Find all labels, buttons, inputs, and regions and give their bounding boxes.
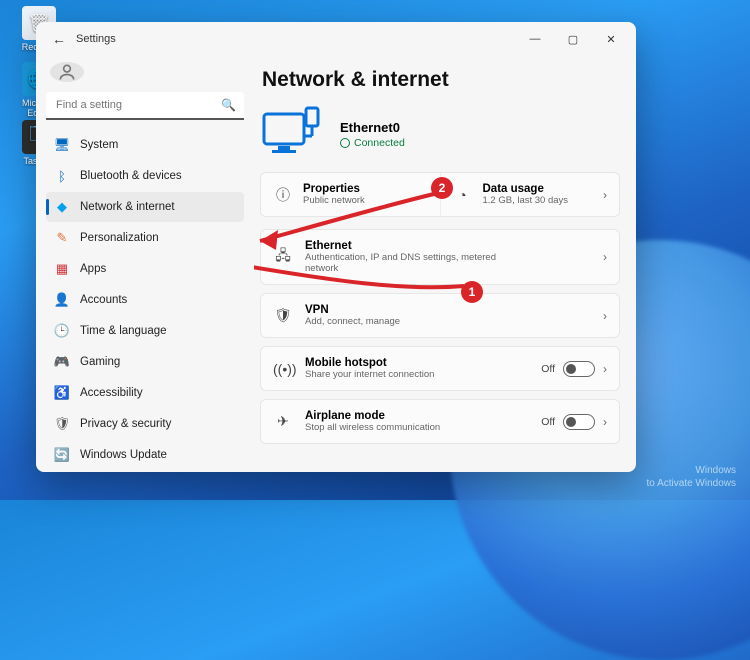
summary-cards: ⓘ Properties Public network ◔ Data usage… [260,172,620,217]
connection-summary: Ethernet0 Connected [260,106,620,162]
back-button[interactable]: ← [48,31,70,47]
nav-icon: 👤 [54,292,70,308]
nav-label: Apps [80,263,106,275]
row-subtitle: Authentication, IP and DNS settings, met… [305,252,515,274]
app-title: Settings [76,33,116,45]
person-icon [57,62,77,82]
nav-icon: ᛒ [54,168,70,184]
properties-title: Properties [303,183,365,195]
row-title: Mobile hotspot [305,357,434,369]
nav-label: Gaming [80,356,120,368]
main-panel: Network & internet Ethernet0 Connected ⓘ… [254,56,636,472]
connection-status: Connected [340,137,405,149]
titlebar: ← Settings — ▢ ✕ [36,22,636,56]
sidebar-item-bluetooth-devices[interactable]: ᛒ Bluetooth & devices [46,161,244,191]
nav-label: Time & language [80,325,167,337]
nav-icon: 🔄 [54,447,70,463]
sidebar-item-time-language[interactable]: 🕒 Time & language [46,316,244,346]
row-icon: 🛡 [273,307,293,324]
nav-label: Bluetooth & devices [80,170,182,182]
setting-row-airplane-mode[interactable]: ✈ Airplane modeStop all wireless communic… [260,399,620,444]
data-usage-title: Data usage [483,183,569,195]
sidebar: 🔍 🖥 System ᛒ Bluetooth & devices ◆ Network & … [36,56,254,472]
row-subtitle: Stop all wireless communication [305,422,440,433]
row-subtitle: Add, connect, manage [305,316,400,327]
nav-label: Accessibility [80,387,143,399]
user-avatar[interactable] [50,62,84,82]
nav-label: Network & internet [80,201,175,213]
row-icon: 🖧 [273,245,293,269]
row-icon: ((•)) [273,361,293,377]
chevron-right-icon: › [603,188,607,202]
sidebar-item-apps[interactable]: ▦ Apps [46,254,244,284]
nav-label: Windows Update [80,449,167,461]
ethernet-monitor-icon [260,106,324,162]
row-title: Ethernet [305,240,515,252]
nav-icon: ✎ [54,230,70,246]
nav-label: Accounts [80,294,127,306]
settings-window: ← Settings — ▢ ✕ 🔍 🖥 System ᛒ Bluetooth & d… [36,22,636,472]
chevron-right-icon: › [603,309,607,323]
chevron-right-icon: › [603,250,607,264]
chevron-right-icon: › [603,415,607,429]
nav-label: Personalization [80,232,159,244]
search-icon: 🔍 [221,98,236,112]
connection-name: Ethernet0 [340,120,405,135]
sidebar-item-privacy-security[interactable]: 🛡 Privacy & security [46,409,244,439]
nav-icon: ◆ [54,199,70,215]
nav-icon: ▦ [54,261,70,277]
setting-row-mobile-hotspot[interactable]: ((•)) Mobile hotspotShare your internet c… [260,346,620,391]
nav-label: Privacy & security [80,418,171,430]
row-title: Airplane mode [305,410,440,422]
toggle-state-label: Off [541,416,555,428]
nav-icon: 🛡 [54,416,70,432]
chevron-right-icon: › [603,362,607,376]
minimize-button[interactable]: — [516,25,554,53]
row-icon: ✈ [273,413,293,430]
page-title: Network & internet [262,68,620,92]
toggle-state-label: Off [541,363,555,375]
sidebar-item-windows-update[interactable]: 🔄 Windows Update [46,440,244,470]
nav-icon: 🖥 [54,137,70,153]
sidebar-item-system[interactable]: 🖥 System [46,130,244,160]
nav-label: System [80,139,118,151]
sidebar-item-accessibility[interactable]: ♿ Accessibility [46,378,244,408]
toggle-switch[interactable] [563,414,595,430]
sidebar-item-gaming[interactable]: 🎮 Gaming [46,347,244,377]
nav-icon: ♿ [54,385,70,401]
maximize-button[interactable]: ▢ [554,25,592,53]
close-button[interactable]: ✕ [592,25,630,53]
nav-icon: 🎮 [54,354,70,370]
row-title: VPN [305,304,400,316]
nav-list: 🖥 System ᛒ Bluetooth & devices ◆ Network & in… [46,130,244,470]
search-input[interactable] [46,92,244,120]
sidebar-item-network-internet[interactable]: ◆ Network & internet [46,192,244,222]
properties-card[interactable]: ⓘ Properties Public network [261,173,440,216]
info-icon: ⓘ [273,185,293,205]
search-box[interactable]: 🔍 [46,92,244,120]
sidebar-item-personalization[interactable]: ✎ Personalization [46,223,244,253]
properties-subtitle: Public network [303,195,365,206]
activation-watermark: Windows to Activate Windows [647,464,736,490]
data-usage-card[interactable]: ◔ Data usage 1.2 GB, last 30 days › [440,173,620,216]
setting-row-ethernet[interactable]: 🖧 EthernetAuthentication, IP and DNS sett… [260,229,620,285]
data-usage-icon: ◔ [453,187,473,203]
sidebar-item-accounts[interactable]: 👤 Accounts [46,285,244,315]
data-usage-subtitle: 1.2 GB, last 30 days [483,195,569,206]
toggle-switch[interactable] [563,361,595,377]
row-subtitle: Share your internet connection [305,369,434,380]
nav-icon: 🕒 [54,323,70,339]
setting-row-vpn[interactable]: 🛡 VPNAdd, connect, manage › [260,293,620,338]
